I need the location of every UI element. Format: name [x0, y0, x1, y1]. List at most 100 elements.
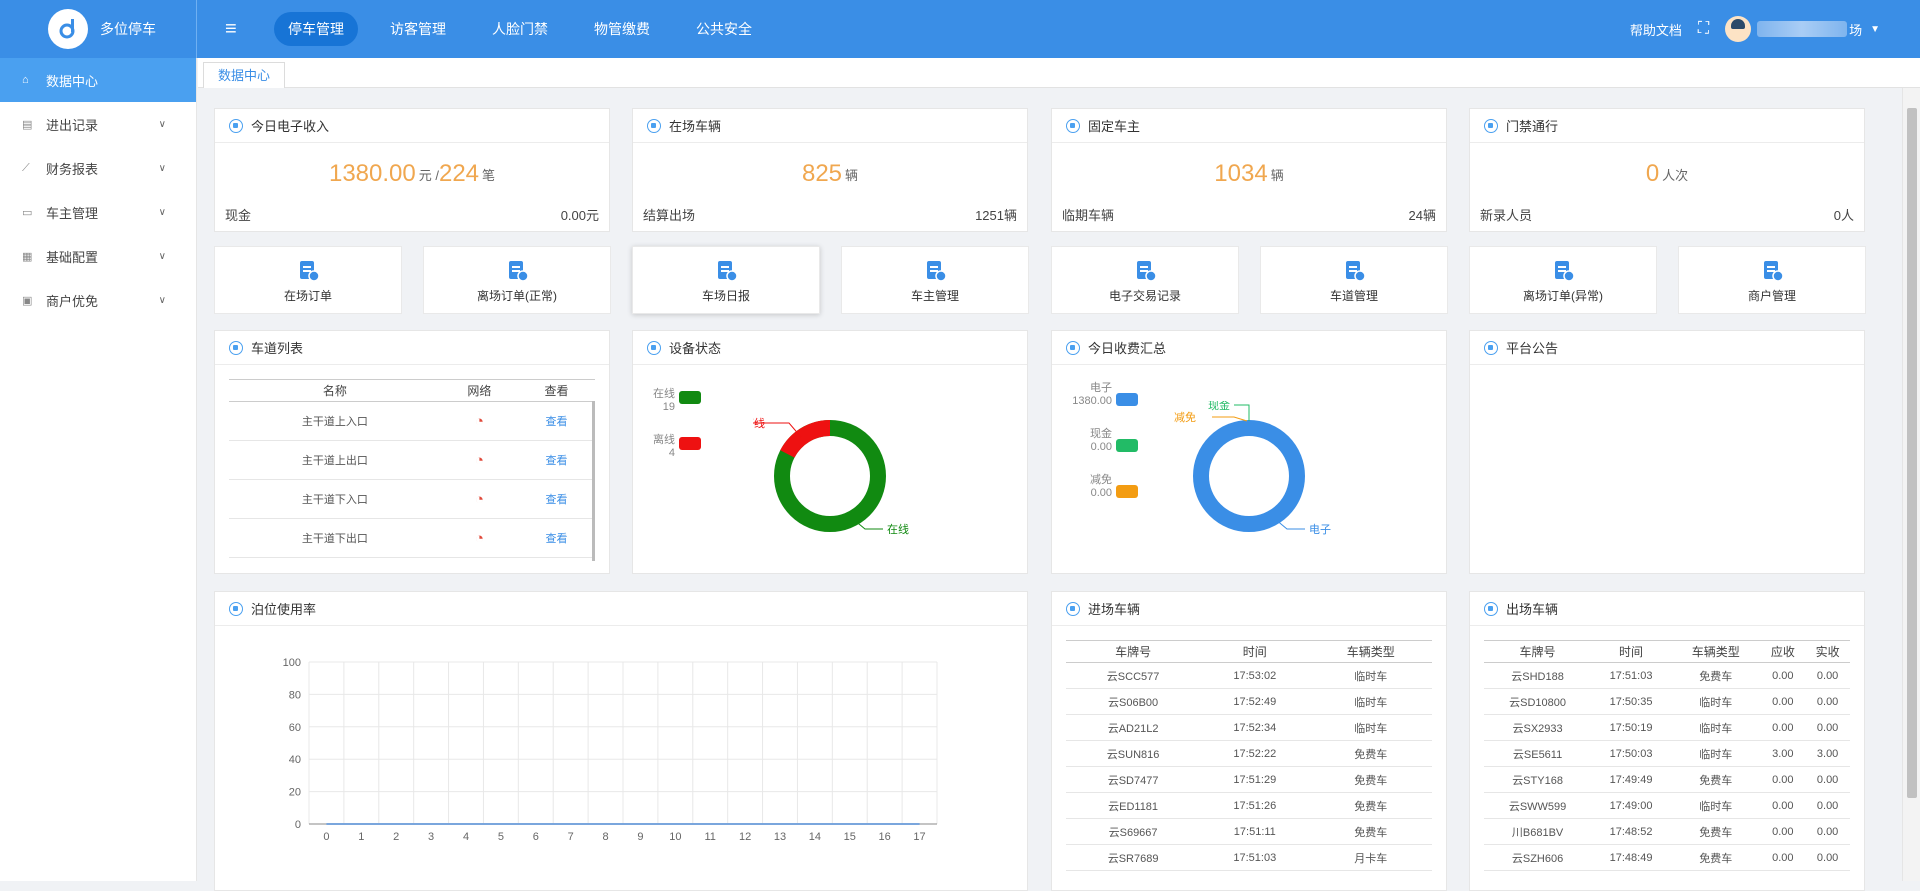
car-icon: ▭ — [22, 206, 33, 219]
lane-name: 主干道上出口 — [229, 440, 441, 480]
app-logo[interactable]: 多位停车 — [0, 0, 197, 58]
tab-data-center[interactable]: 数据中心 — [203, 62, 286, 88]
topnav-item[interactable]: 访客管理 — [376, 12, 460, 46]
cash-leader-line — [1234, 404, 1250, 421]
username-suffix[interactable]: 场 — [1849, 20, 1862, 39]
help-docs-link[interactable]: 帮助文档 — [1630, 20, 1682, 39]
table-cell: 17:49:49 — [1591, 766, 1671, 793]
discount-leader-line — [1212, 416, 1248, 422]
y-tick-label: 20 — [289, 787, 301, 799]
exit-table: 车牌号 时间 车辆类型 应收 实收 云SHD188 17:51:03 免费车 0.00 0.00… — [1484, 640, 1850, 871]
chevron-down-icon[interactable]: ▼ — [1870, 24, 1880, 35]
quick-button[interactable]: 电子交易记录 — [1051, 246, 1239, 314]
table-cell: 0.00 — [1760, 714, 1806, 741]
legend-swatch-cash[interactable] — [1116, 439, 1138, 452]
card-title: 出场车辆 — [1506, 602, 1559, 617]
shop-icon: ▣ — [22, 294, 33, 307]
sidebar-item-label: 数据中心 — [46, 73, 99, 89]
table-cell: 临时车 — [1309, 688, 1432, 715]
table-cell: 云SCC577 — [1066, 662, 1201, 689]
table-cell: 17:50:19 — [1591, 714, 1671, 741]
chevron-down-icon: ∨ — [158, 250, 166, 262]
legend-swatch-electronic[interactable] — [1116, 393, 1138, 406]
donut-offline-slice[interactable] — [780, 420, 831, 458]
table-cell: 云SWW599 — [1484, 792, 1592, 819]
legend-swatch-discount[interactable] — [1116, 485, 1138, 498]
quick-button[interactable]: 车道管理 — [1260, 246, 1448, 314]
scrollbar-thumb[interactable] — [1907, 108, 1917, 798]
fixed-value: 1034 — [1214, 160, 1268, 187]
sidebar-item[interactable]: ⟋ 财务报表 ∨ — [0, 146, 196, 190]
quick-button[interactable]: 车主管理 — [841, 246, 1029, 314]
topnav-item[interactable]: 物管缴费 — [580, 12, 664, 46]
quick-button[interactable]: 商户管理 — [1678, 246, 1866, 314]
legend-swatch-offline[interactable] — [679, 437, 701, 450]
table-cell: 17:51:26 — [1200, 792, 1310, 819]
sidebar-item[interactable]: ▤ 进出记录 ∨ — [0, 102, 196, 146]
y-tick-label: 40 — [289, 754, 301, 766]
table-row: 云SHD188 17:51:03 免费车 0.00 0.00 — [1484, 662, 1850, 689]
sidebar-item-label: 车主管理 — [46, 205, 99, 221]
quick-button[interactable]: 离场订单(正常) — [423, 246, 611, 314]
table-cell: 临时车 — [1670, 714, 1761, 741]
fee-donut-chart: 现金 减免 电子 — [1174, 401, 1331, 536]
chevron-down-icon: ∨ — [158, 162, 166, 174]
fixed-owner-card: 固定车主 1034 辆 临期车辆 24辆 — [1051, 108, 1447, 232]
access-value: 0 — [1645, 160, 1660, 187]
order-out-icon — [509, 261, 529, 282]
cash-value: 0.00元 — [560, 208, 599, 223]
sidebar-item-label: 进出记录 — [46, 117, 99, 133]
fullscreen-icon[interactable]: ⛶ — [1698, 20, 1709, 38]
expiring-value: 24辆 — [1408, 208, 1436, 223]
income-count: 224 — [438, 160, 480, 187]
quick-button[interactable]: 车场日报 — [632, 246, 820, 314]
view-link[interactable]: 查看 — [517, 440, 595, 480]
merchant-icon — [1764, 261, 1784, 282]
table-cell: 0.00 — [1805, 766, 1850, 793]
table-row: 云S06B00 17:52:49 临时车 — [1066, 688, 1432, 715]
col-name: 名称 — [229, 379, 441, 402]
menu-toggle-icon[interactable]: ≡ — [225, 18, 255, 41]
table-cell: 云S69667 — [1066, 818, 1201, 845]
column-header: 时间 — [1200, 640, 1310, 663]
avatar[interactable] — [1725, 16, 1752, 42]
table-cell: 云SD7477 — [1066, 766, 1201, 793]
list-icon — [229, 340, 243, 355]
view-link[interactable]: 查看 — [517, 479, 595, 519]
sidebar-item[interactable]: ▣ 商户优免 ∨ — [0, 278, 196, 322]
table-row: 云SX2933 17:50:19 临时车 0.00 0.00 — [1484, 714, 1850, 741]
quick-button[interactable]: 在场订单 — [214, 246, 402, 314]
quick-button[interactable]: 离场订单(异常) — [1469, 246, 1657, 314]
quick-button-label: 离场订单(正常) — [477, 289, 557, 303]
table-cell: 17:52:49 — [1200, 688, 1310, 715]
cash-chart-label: 现金 — [1208, 401, 1230, 412]
sidebar-item-label: 财务报表 — [46, 161, 99, 177]
donut-electronic-slice[interactable] — [1193, 420, 1305, 532]
legend-swatch-online[interactable] — [679, 391, 701, 404]
card-title: 门禁通行 — [1506, 119, 1559, 134]
table-cell: 云SX2933 — [1484, 714, 1592, 741]
table-cell: 免费车 — [1670, 766, 1761, 793]
view-link[interactable]: 查看 — [517, 518, 595, 558]
parked-unit: 辆 — [845, 167, 859, 183]
page-scrollbar[interactable] — [1902, 88, 1920, 881]
column-header: 实收 — [1805, 640, 1850, 663]
table-cell: 17:51:29 — [1200, 766, 1310, 793]
quick-button-label: 离场订单(异常) — [1523, 289, 1603, 303]
topnav-item[interactable]: 公共安全 — [682, 12, 766, 46]
card-title: 在场车辆 — [669, 119, 722, 134]
table-cell: 临时车 — [1309, 662, 1432, 689]
settled-label: 结算出场 — [643, 208, 696, 223]
online-chart-label: 在线 — [887, 522, 909, 536]
sidebar-item[interactable]: ▭ 车主管理 ∨ — [0, 190, 196, 234]
topnav-item[interactable]: 停车管理 — [274, 12, 358, 46]
view-link[interactable]: 查看 — [517, 401, 595, 441]
sidebar-item[interactable]: ▦ 基础配置 ∨ — [0, 234, 196, 278]
legend-value: 0.00 — [1090, 441, 1112, 453]
topnav-item[interactable]: 人脸门禁 — [478, 12, 562, 46]
table-cell: 0.00 — [1805, 714, 1850, 741]
table-cell: 免费车 — [1309, 766, 1432, 793]
table-scrollbar[interactable] — [592, 401, 595, 561]
sidebar-item[interactable]: ⌂ 数据中心 — [0, 58, 196, 102]
table-cell: 3.00 — [1760, 740, 1806, 767]
